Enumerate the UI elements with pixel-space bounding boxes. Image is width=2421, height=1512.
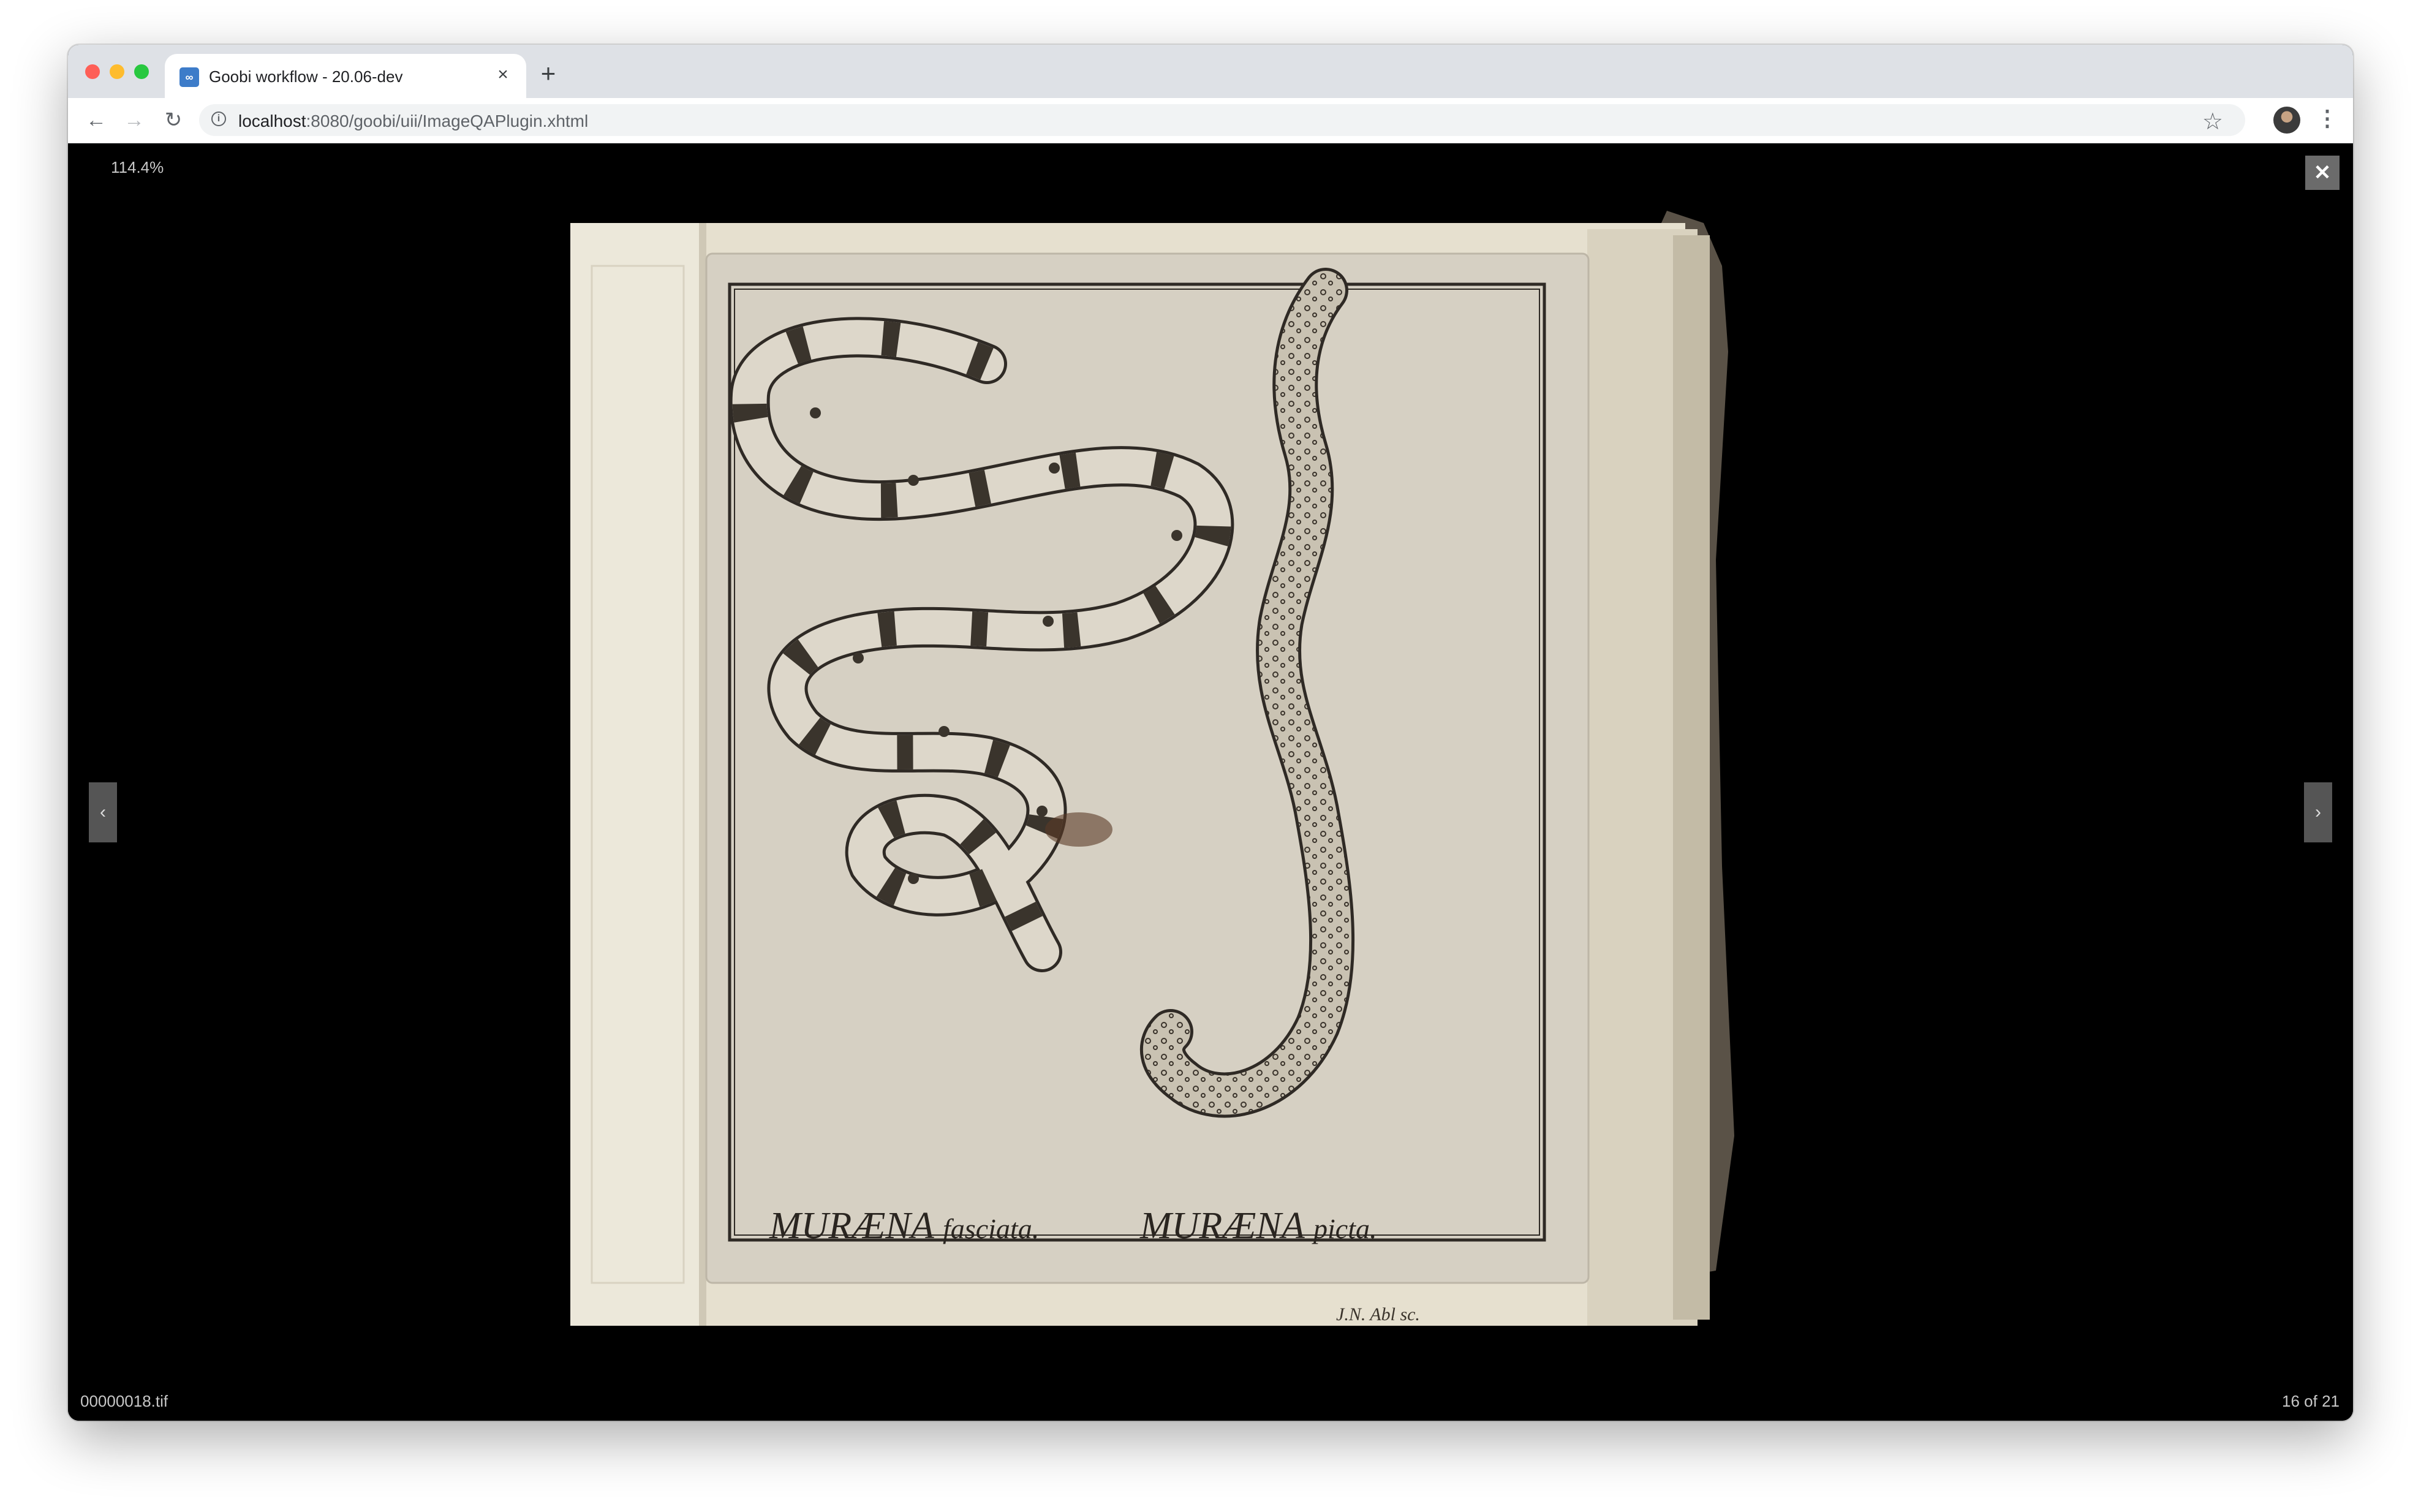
caption-right-sub: picta. — [1313, 1213, 1377, 1244]
tab-title: Goobi workflow - 20.06-dev — [209, 67, 403, 86]
caption-left-sub: fasciata. — [943, 1213, 1040, 1244]
close-icon[interactable]: ✕ — [2305, 156, 2340, 190]
window-minimize-dot[interactable] — [110, 64, 124, 79]
window-close-dot[interactable] — [85, 64, 100, 79]
info-icon[interactable]: i — [211, 112, 226, 126]
engraver-signature: J.N. Abl sc. — [1336, 1304, 1420, 1325]
caption-right-main: MURÆNA — [1140, 1205, 1304, 1247]
tab-strip: ∞ Goobi workflow - 20.06-dev × + — [68, 45, 2353, 98]
url-text[interactable]: localhost:8080/goobi/uii/ImageQAPlugin.x… — [238, 112, 588, 131]
url-path: :8080/goobi/uii/ImageQAPlugin.xhtml — [306, 112, 589, 130]
chevron-right-icon[interactable]: › — [2304, 782, 2332, 842]
caption-muraena-fasciata: MURÆNA fasciata. — [769, 1204, 1039, 1248]
browser-toolbar: ← → ↻ i localhost:8080/goobi/uii/ImageQA… — [68, 98, 2353, 143]
address-bar[interactable]: i localhost:8080/goobi/uii/ImageQAPlugin… — [199, 104, 2245, 136]
image-filename: 00000018.tif — [80, 1392, 168, 1410]
page-counter: 16 of 21 — [2282, 1392, 2340, 1410]
caption-left-main: MURÆNA — [769, 1205, 934, 1247]
scanned-page-image: MURÆNA fasciata. MURÆNA picta. J.N. Abl … — [570, 192, 1796, 1363]
star-icon[interactable]: ☆ — [2202, 108, 2223, 135]
plus-icon[interactable]: + — [536, 61, 561, 86]
reload-icon[interactable]: ↻ — [160, 107, 187, 134]
caption-muraena-picta: MURÆNA picta. — [1140, 1204, 1377, 1248]
close-icon[interactable]: × — [492, 64, 514, 86]
kebab-menu-icon[interactable]: ⋮ — [2316, 105, 2338, 131]
infinity-icon: ∞ — [179, 67, 199, 87]
forward-arrow-icon[interactable]: → — [121, 107, 148, 134]
profile-avatar[interactable] — [2273, 107, 2300, 134]
zoom-level: 114.4% — [111, 158, 164, 176]
window-maximize-dot[interactable] — [134, 64, 149, 79]
browser-tab[interactable]: ∞ Goobi workflow - 20.06-dev × — [165, 54, 526, 98]
browser-window: ∞ Goobi workflow - 20.06-dev × + ← → ↻ i… — [68, 45, 2353, 1421]
image-viewer: 114.4% ✕ ‹ › MURÆNA fasciata. MURÆNA pic… — [68, 143, 2353, 1421]
url-host: localhost — [238, 112, 306, 130]
back-arrow-icon[interactable]: ← — [83, 107, 110, 134]
chevron-left-icon[interactable]: ‹ — [89, 782, 117, 842]
